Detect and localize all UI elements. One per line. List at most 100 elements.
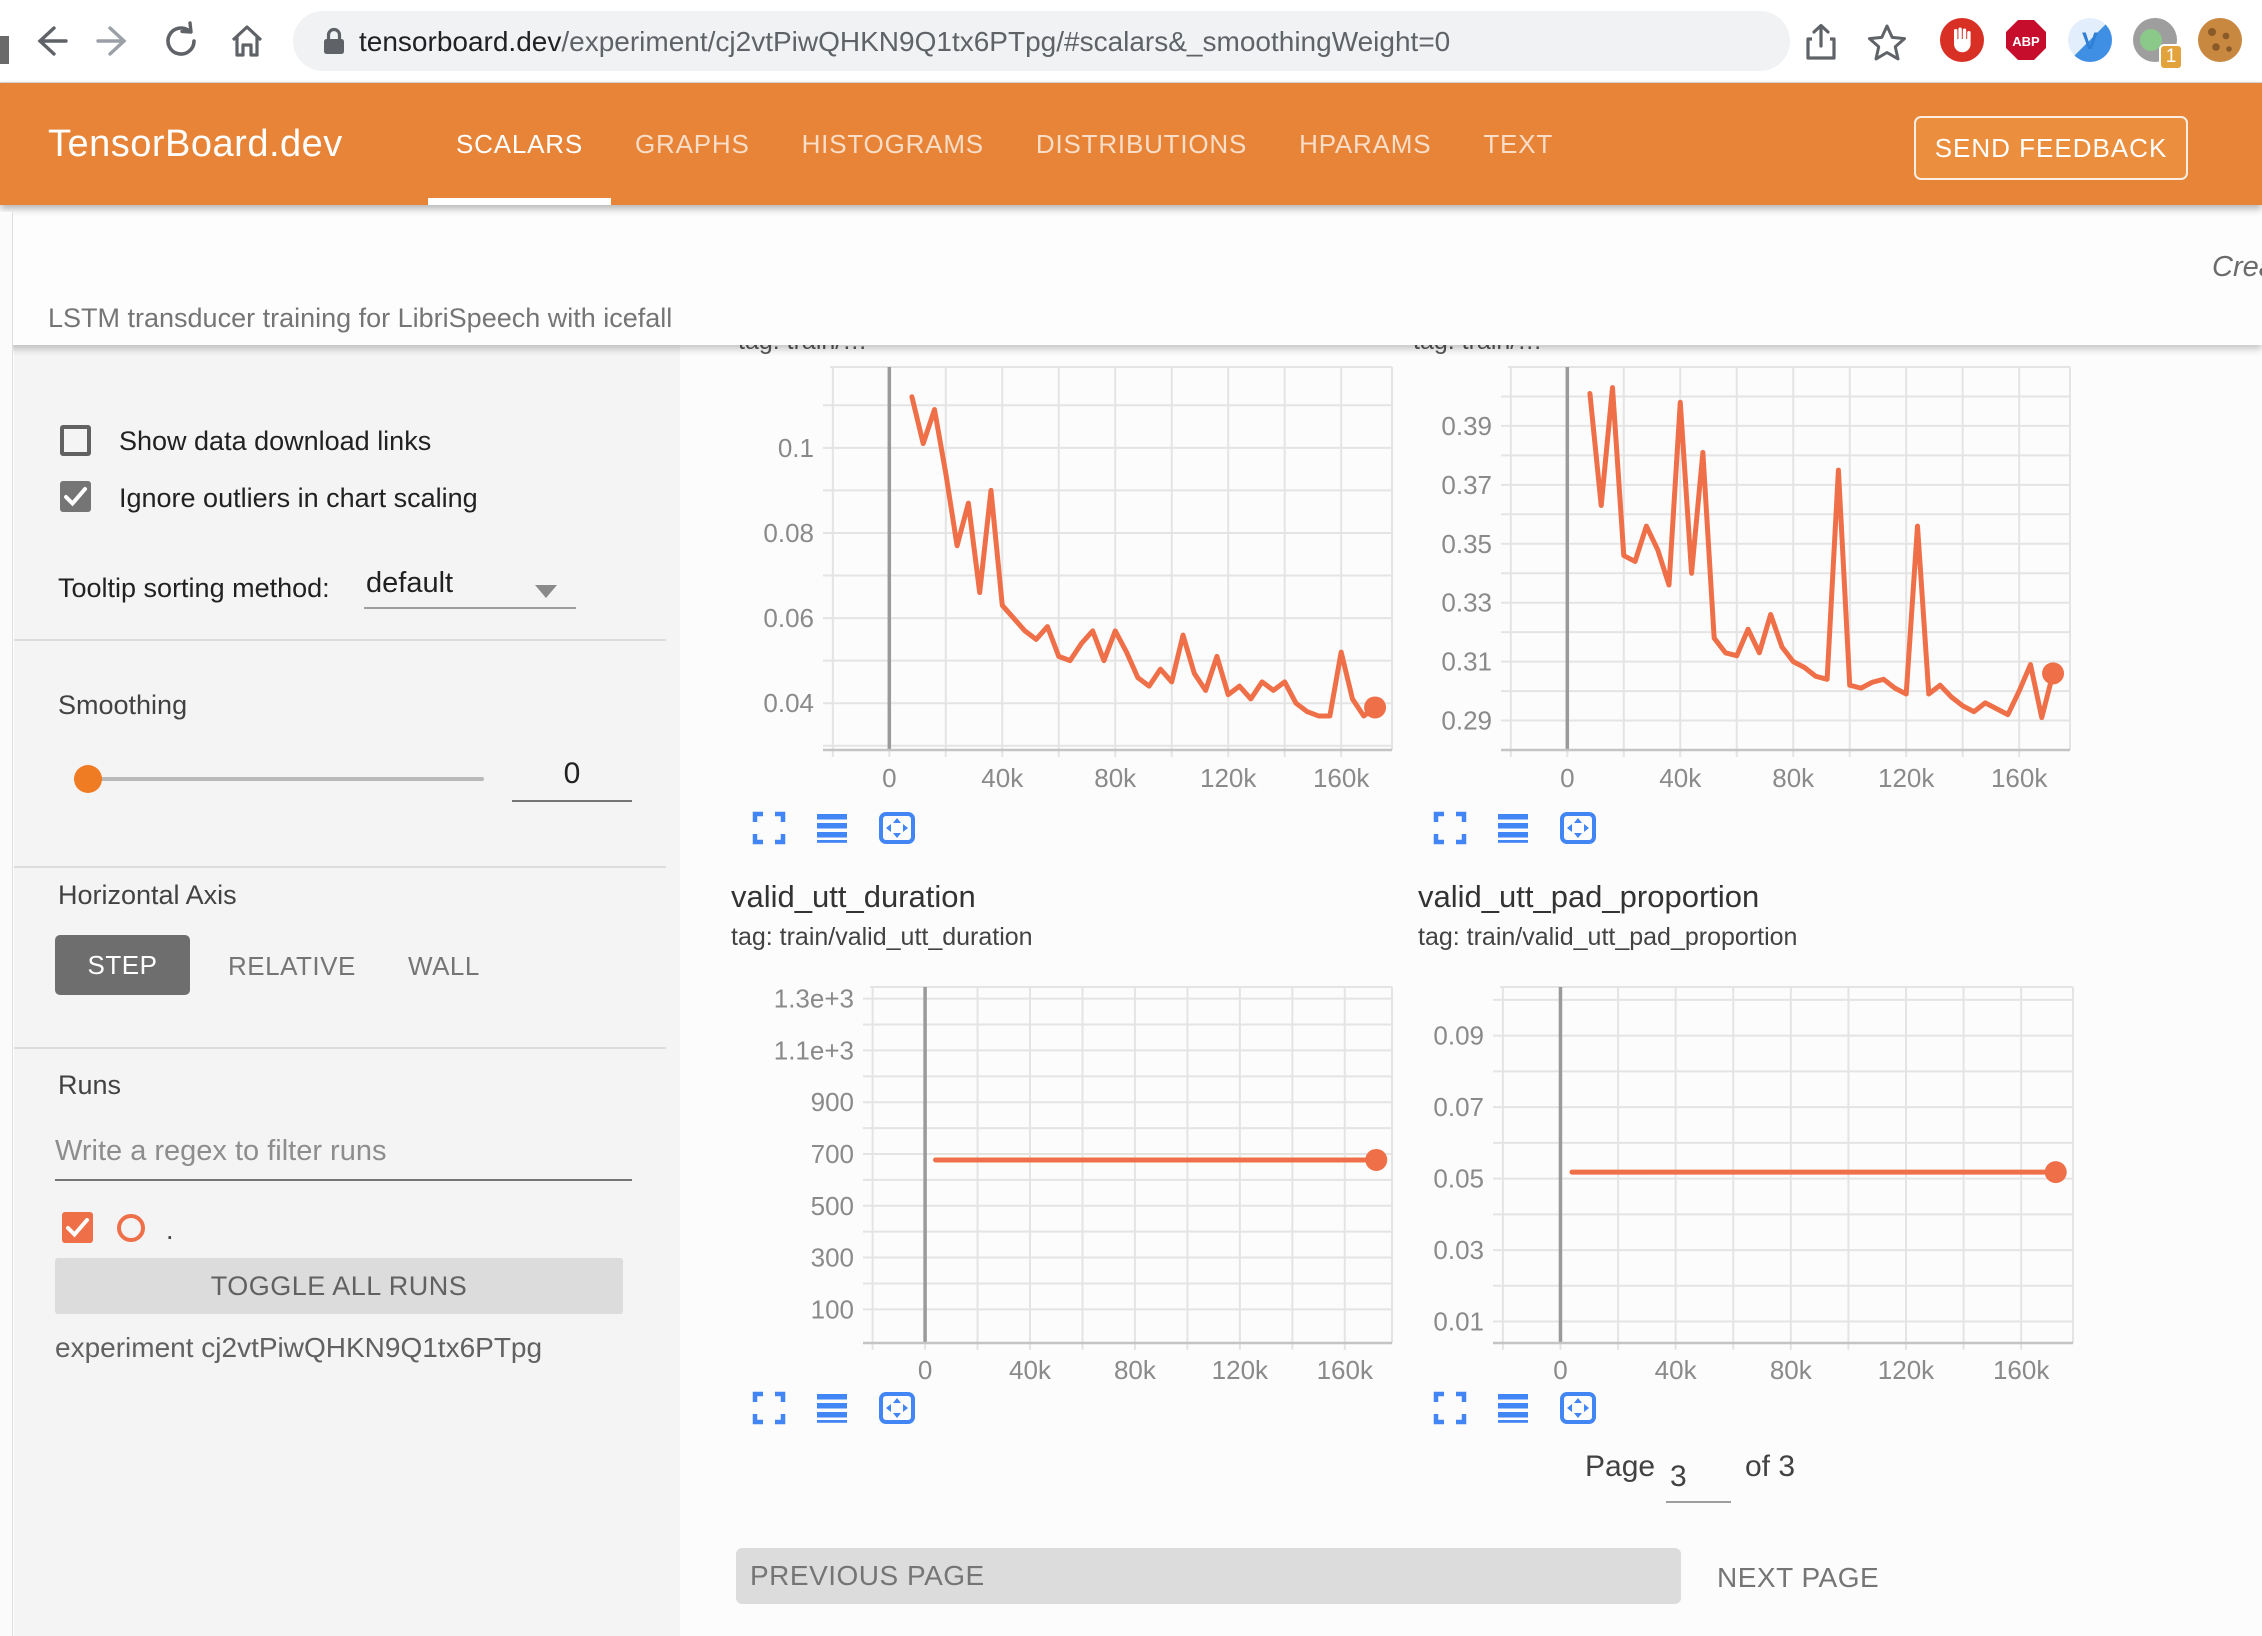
back-icon[interactable]	[28, 20, 70, 62]
chart-canvas-bottom-left[interactable]: 1003005007009001.1e+31.3e+3040k80k120k16…	[750, 965, 1430, 1390]
svg-text:100: 100	[811, 1294, 854, 1324]
fit-domain-icon[interactable]	[878, 1391, 916, 1425]
svg-text:40k: 40k	[1659, 763, 1702, 793]
experiment-title: LSTM transducer training for LibriSpeech…	[48, 303, 672, 334]
ignore-outliers-checkbox[interactable]	[60, 481, 91, 512]
tab-histograms[interactable]: HISTOGRAMS	[800, 83, 986, 205]
svg-text:900: 900	[811, 1087, 854, 1117]
next-page-button[interactable]: NEXT PAGE	[1717, 1562, 1879, 1594]
chart-title-valid-utt-pad-proportion: valid_utt_pad_proportion	[1418, 879, 1759, 915]
fit-domain-icon[interactable]	[878, 811, 916, 845]
tab-text[interactable]: TEXT	[1481, 83, 1555, 205]
share-icon[interactable]	[1800, 22, 1842, 64]
address-bar[interactable]: tensorboard.dev/experiment/cj2vtPiwQHKN9…	[293, 11, 1790, 71]
chart-actions-top-left	[752, 811, 916, 845]
bookmark-star-icon[interactable]	[1866, 22, 1908, 64]
divider	[14, 866, 666, 868]
svg-text:0.1: 0.1	[778, 433, 814, 463]
v-extension-icon[interactable]: V	[2068, 18, 2112, 62]
tooltip-sorting-label: Tooltip sorting method:	[58, 573, 330, 604]
runs-regex-input[interactable]: Write a regex to filter runs	[55, 1135, 386, 1168]
svg-text:40k: 40k	[981, 763, 1024, 793]
tab-graphs[interactable]: GRAPHS	[633, 83, 752, 205]
svg-text:0.33: 0.33	[1441, 588, 1492, 618]
tab-hparams[interactable]: HPARAMS	[1297, 83, 1433, 205]
send-feedback-button[interactable]: SEND FEEDBACK	[1914, 116, 2188, 180]
svg-text:V: V	[2082, 28, 2098, 55]
nav-tabs: SCALARS GRAPHS HISTOGRAMS DISTRIBUTIONS …	[454, 83, 1555, 205]
smoothing-value-input[interactable]: 0	[512, 757, 632, 791]
svg-text:40k: 40k	[1655, 1355, 1698, 1385]
charts-panel: tag: train/… tag: train/… 0.040.060.080.…	[680, 345, 2262, 1636]
home-icon[interactable]	[226, 20, 268, 62]
fullscreen-icon[interactable]	[752, 811, 786, 845]
run-color-circle[interactable]	[117, 1214, 145, 1242]
previous-page-button[interactable]: PREVIOUS PAGE	[736, 1548, 1681, 1604]
svg-text:0.04: 0.04	[763, 688, 814, 718]
smoothing-input-underline	[512, 800, 632, 802]
hand-blocker-extension-icon[interactable]	[1940, 18, 1984, 62]
axis-relative-button[interactable]: RELATIVE	[228, 951, 356, 982]
axis-step-button[interactable]: STEP	[55, 935, 190, 995]
fullscreen-icon[interactable]	[1433, 1391, 1467, 1425]
svg-text:160k: 160k	[1313, 763, 1370, 793]
check-icon	[64, 1215, 91, 1240]
svg-text:80k: 80k	[1770, 1355, 1813, 1385]
page-number-input[interactable]: 3	[1666, 1460, 1731, 1494]
smoothing-slider-knob[interactable]	[74, 765, 102, 793]
chart-actions-bottom-left	[752, 1391, 916, 1425]
fullscreen-icon[interactable]	[752, 1391, 786, 1425]
chevron-down-icon[interactable]	[535, 585, 557, 598]
smoothing-label: Smoothing	[58, 690, 187, 721]
chart-canvas-top-left[interactable]: 0.040.060.080.1040k80k120k160k	[750, 345, 1430, 795]
page-of-label: of 3	[1745, 1450, 1795, 1484]
settings-sidebar: Show data download links Ignore outliers…	[14, 345, 680, 1636]
chart-canvas-top-right[interactable]: 0.290.310.330.350.370.39040k80k120k160k	[1430, 345, 2110, 795]
cookie-extension-icon[interactable]	[2198, 18, 2242, 62]
created-text-partial: Crea	[2212, 251, 2262, 284]
svg-text:0: 0	[1560, 763, 1574, 793]
svg-text:500: 500	[811, 1191, 854, 1221]
tab-distributions[interactable]: DISTRIBUTIONS	[1034, 83, 1249, 205]
svg-text:0.09: 0.09	[1433, 1021, 1484, 1051]
log-scale-icon[interactable]	[815, 811, 849, 845]
svg-text:0.05: 0.05	[1433, 1164, 1484, 1194]
show-download-links-checkbox[interactable]	[60, 425, 91, 456]
run-checkbox[interactable]	[62, 1212, 93, 1243]
svg-text:120k: 120k	[1212, 1355, 1269, 1385]
tab-scalars[interactable]: SCALARS	[454, 83, 585, 205]
abp-extension-icon[interactable]: ABP	[2004, 18, 2048, 62]
chart-tag-valid-utt-pad-proportion: tag: train/valid_utt_pad_proportion	[1418, 923, 1797, 952]
log-scale-icon[interactable]	[1496, 1391, 1530, 1425]
divider	[14, 639, 666, 641]
forward-icon[interactable]	[94, 20, 136, 62]
svg-text:0.01: 0.01	[1433, 1307, 1484, 1337]
fit-domain-icon[interactable]	[1559, 811, 1597, 845]
browser-toolbar: tensorboard.dev/experiment/cj2vtPiwQHKN9…	[0, 0, 2262, 83]
show-download-links-label: Show data download links	[119, 426, 431, 457]
smoothing-slider-track[interactable]	[74, 777, 484, 781]
chart-canvas-bottom-right[interactable]: 0.010.030.050.070.09040k80k120k160k	[1430, 965, 2110, 1390]
log-scale-icon[interactable]	[815, 1391, 849, 1425]
fit-domain-icon[interactable]	[1559, 1391, 1597, 1425]
svg-text:120k: 120k	[1878, 763, 1935, 793]
svg-text:0: 0	[1553, 1355, 1567, 1385]
toggle-all-runs-button[interactable]: TOGGLE ALL RUNS	[55, 1258, 623, 1314]
reload-icon[interactable]	[160, 20, 202, 62]
svg-text:0.35: 0.35	[1441, 529, 1492, 559]
fullscreen-icon[interactable]	[1433, 811, 1467, 845]
log-scale-icon[interactable]	[1496, 811, 1530, 845]
tooltip-sorting-select[interactable]: default	[366, 567, 453, 600]
page-input-underline	[1666, 1501, 1731, 1503]
svg-text:120k: 120k	[1878, 1355, 1935, 1385]
svg-text:0.08: 0.08	[763, 518, 814, 548]
svg-text:1.3e+3: 1.3e+3	[774, 984, 854, 1014]
gray-extension-icon[interactable]: 1	[2133, 18, 2177, 62]
chart-title-valid-utt-duration: valid_utt_duration	[731, 879, 976, 915]
svg-text:80k: 80k	[1114, 1355, 1157, 1385]
axis-wall-button[interactable]: WALL	[408, 951, 480, 982]
svg-text:160k: 160k	[1991, 763, 2048, 793]
screen: tensorboard.dev/experiment/cj2vtPiwQHKN9…	[0, 0, 2262, 1636]
chart-actions-bottom-right	[1433, 1391, 1597, 1425]
app-logo[interactable]: TensorBoard.dev	[48, 123, 343, 166]
